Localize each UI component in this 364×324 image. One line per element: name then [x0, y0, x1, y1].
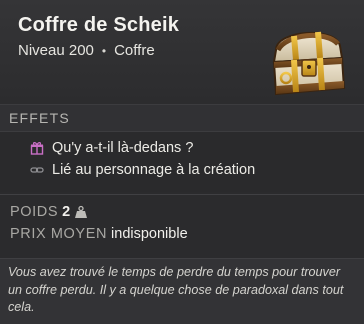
item-category: Coffre: [114, 42, 155, 59]
tooltip-header: Coffre de Scheik Niveau 200 • Coffre: [0, 0, 364, 104]
lore-box: Vous avez trouvé le temps de perdre du t…: [0, 258, 364, 324]
effects-heading-bar: EFFETS: [0, 104, 364, 132]
weight-label: POIDS: [10, 204, 59, 220]
stats-block: POIDS 2 PRIX MOYEN indisponible: [0, 198, 364, 254]
price-label: PRIX MOYEN: [10, 226, 108, 242]
effect-text: Qu'y a-t-il là-dedans ?: [52, 140, 194, 156]
weight-value: 2: [62, 204, 71, 220]
effect-row: Lié au personnage à la création: [30, 162, 255, 178]
item-name: Coffre de Scheik: [18, 14, 180, 36]
subtitle-separator: •: [101, 43, 107, 58]
effect-text: Lié au personnage à la création: [52, 162, 256, 178]
effect-row: Qu'y a-t-il là-dedans ?: [30, 140, 193, 156]
effects-list: Qu'y a-t-il là-dedans ? Lié au personnag…: [0, 132, 364, 192]
effects-heading: EFFETS: [9, 110, 70, 126]
treasure-chest-icon: [272, 31, 346, 96]
item-tooltip: Coffre de Scheik Niveau 200 • Coffre EFF…: [0, 0, 364, 324]
price-row: PRIX MOYEN indisponible: [10, 226, 188, 242]
link-icon: [30, 167, 44, 173]
item-level: Niveau 200: [18, 42, 94, 59]
weight-row: POIDS 2: [10, 204, 88, 220]
item-subtitle: Niveau 200 • Coffre: [18, 42, 155, 59]
lore-text: Vous avez trouvé le temps de perdre du t…: [8, 265, 344, 314]
weight-icon: [75, 205, 88, 218]
gift-icon: [30, 142, 44, 155]
price-value: indisponible: [111, 226, 188, 242]
divider: [0, 194, 364, 195]
